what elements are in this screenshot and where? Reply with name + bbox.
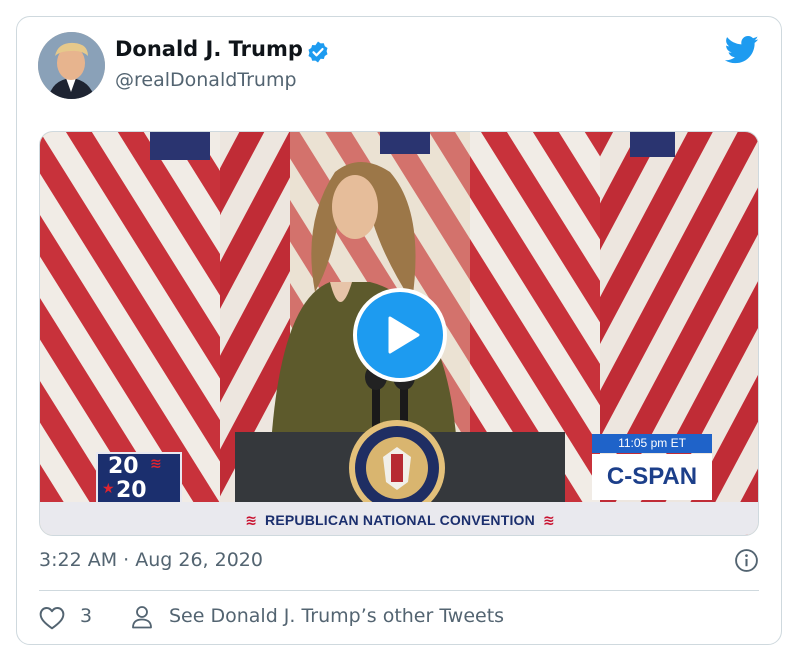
person-icon [132,606,152,629]
heart-icon[interactable] [39,606,65,630]
flag-icon: ≋ [245,513,258,529]
avatar[interactable] [38,32,105,99]
play-icon [388,316,420,354]
play-button[interactable] [353,288,447,382]
cspan-time: 11:05 pm ET [592,434,712,453]
cspan-logo: C-SPAN [592,454,712,500]
twitter-bird-icon[interactable] [725,35,759,65]
author-name[interactable]: Donald J. Trump [115,37,303,61]
flag-icon: ≋ [542,513,555,529]
lower-third-banner: ≋ REPUBLICAN NATIONAL CONVENTION ≋ [40,502,758,535]
verified-badge-icon [308,41,328,63]
video-player[interactable]: 20 ≋ 20 ★ 11:05 pm ET C-SPAN ≋ REPUBLICAN… [39,131,759,536]
avatar-image [38,32,105,99]
divider [39,590,759,591]
like-count[interactable]: 3 [80,605,92,627]
lower-third-text: REPUBLICAN NATIONAL CONVENTION [265,512,535,528]
tweet-card: Donald J. Trump @realDonaldTrump 20 ≋ 20… [16,16,782,645]
rnc-2020-logo: 20 ≋ 20 ★ [96,452,182,504]
author-handle[interactable]: @realDonaldTrump [115,69,297,91]
tweet-timestamp[interactable]: 3:22 AM · Aug 26, 2020 [39,549,263,571]
see-other-tweets-link[interactable]: See Donald J. Trump’s other Tweets [169,605,504,627]
info-icon[interactable] [734,548,759,573]
